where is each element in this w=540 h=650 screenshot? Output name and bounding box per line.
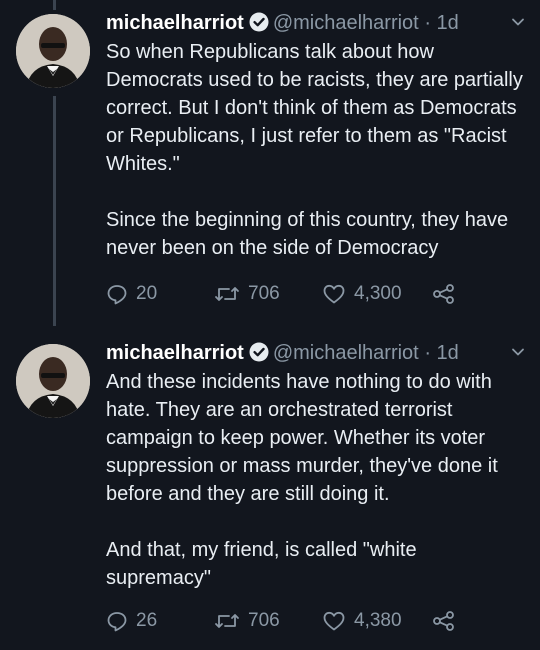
retweet-icon [214, 283, 240, 305]
reply-icon [106, 283, 128, 305]
like-button[interactable]: 4,300 [322, 283, 402, 305]
reply-count: 26 [136, 610, 158, 631]
separator-dot: · [424, 12, 431, 34]
tweet[interactable]: michaelharriot @michaelharriot · 1d So wh… [0, 0, 540, 330]
avatar[interactable] [16, 14, 90, 88]
like-count: 4,300 [354, 283, 402, 304]
like-count: 4,380 [354, 610, 402, 631]
avatar[interactable] [16, 344, 90, 418]
tweet-paragraph: Since the beginning of this country, the… [106, 209, 509, 259]
tweet[interactable]: michaelharriot @michaelharriot · 1d And t… [0, 330, 540, 650]
tweet-header: michaelharriot @michaelharriot · 1d [106, 340, 500, 369]
handle[interactable]: @michaelharriot [273, 342, 419, 364]
reply-icon [106, 610, 128, 632]
tweet-text: And these incidents have nothing to do w… [106, 368, 526, 620]
tweet-actions: 20 706 4,300 [106, 283, 526, 313]
timestamp[interactable]: 1d [437, 12, 459, 34]
display-name[interactable]: michaelharriot [106, 342, 244, 364]
timestamp[interactable]: 1d [437, 342, 459, 364]
share-button[interactable] [432, 283, 456, 305]
tweet-header: michaelharriot @michaelharriot · 1d [106, 10, 500, 39]
retweet-button[interactable]: 706 [214, 283, 280, 305]
share-icon [432, 610, 456, 632]
chevron-down-icon[interactable] [510, 14, 526, 35]
like-button[interactable]: 4,380 [322, 610, 402, 632]
tweet-paragraph: So when Republicans talk about how Democ… [106, 41, 523, 175]
chevron-down-icon[interactable] [510, 344, 526, 365]
retweet-button[interactable]: 706 [214, 610, 280, 632]
share-icon [432, 283, 456, 305]
verified-badge-icon [249, 342, 269, 369]
reply-count: 20 [136, 283, 158, 304]
retweet-icon [214, 610, 240, 632]
tweet-paragraph: And that, my friend, is called "white su… [106, 539, 417, 589]
verified-badge-icon [249, 12, 269, 39]
retweet-count: 706 [248, 283, 280, 304]
handle[interactable]: @michaelharriot [273, 12, 419, 34]
reply-button[interactable]: 26 [106, 610, 157, 632]
share-button[interactable] [432, 610, 456, 632]
heart-icon [322, 283, 346, 305]
retweet-count: 706 [248, 610, 280, 631]
separator-dot: · [424, 342, 431, 364]
tweet-actions: 26 706 4,380 [106, 610, 526, 640]
display-name[interactable]: michaelharriot [106, 12, 244, 34]
reply-button[interactable]: 20 [106, 283, 157, 305]
heart-icon [322, 610, 346, 632]
tweet-text: So when Republicans talk about how Democ… [106, 38, 526, 290]
tweet-paragraph: And these incidents have nothing to do w… [106, 371, 498, 505]
